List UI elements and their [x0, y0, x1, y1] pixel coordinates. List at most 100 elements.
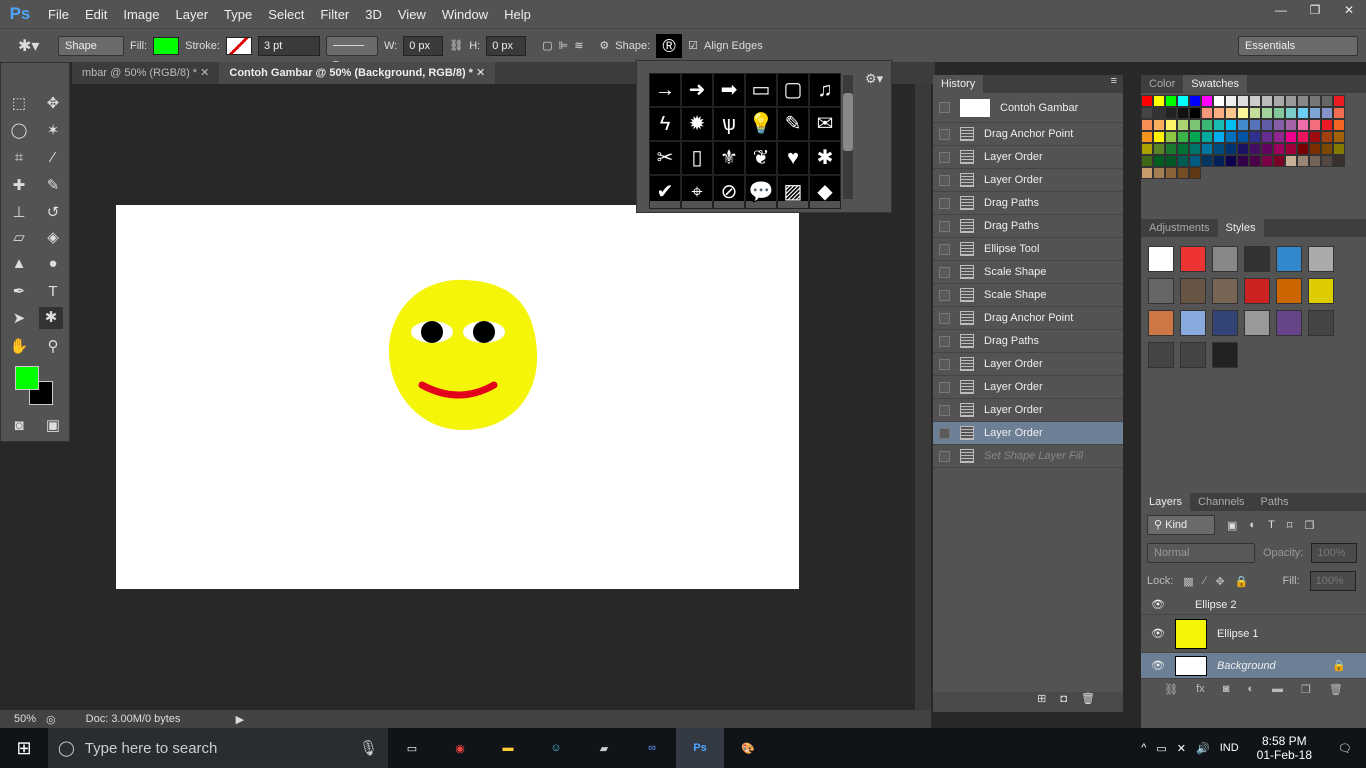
swatch[interactable] [1213, 143, 1225, 155]
tab-history[interactable]: History [933, 75, 984, 93]
swatch[interactable] [1189, 167, 1201, 179]
blur-tool-icon[interactable]: ▲ [7, 253, 31, 275]
filter-smart-icon[interactable]: ❐ [1304, 519, 1314, 532]
shape-option[interactable]: ▯ [681, 141, 713, 175]
filter-pixel-icon[interactable]: ▣ [1227, 519, 1237, 532]
app-icon[interactable]: ▰ [580, 742, 628, 755]
swatch[interactable] [1249, 107, 1261, 119]
swatch[interactable] [1213, 95, 1225, 107]
eyedropper-icon[interactable]: ⁄ [41, 147, 65, 169]
history-item[interactable]: Scale Shape [933, 261, 1123, 284]
style-preset[interactable] [1244, 246, 1270, 272]
path-alignment-icon[interactable]: ⊫ [559, 39, 569, 52]
shape-option[interactable]: ✎ [777, 107, 809, 141]
menu-type[interactable]: Type [216, 7, 260, 22]
style-preset[interactable] [1212, 246, 1238, 272]
swatch[interactable] [1261, 107, 1273, 119]
tool-mode-select[interactable]: Shape [58, 35, 124, 56]
shape-option[interactable]: ♫ [809, 73, 841, 107]
swatch[interactable] [1261, 155, 1273, 167]
swatch[interactable] [1177, 143, 1189, 155]
tab-layers[interactable]: Layers [1141, 493, 1191, 511]
swatch[interactable] [1225, 155, 1237, 167]
swatch[interactable] [1285, 143, 1297, 155]
swatch[interactable] [1237, 155, 1249, 167]
shape-option[interactable]: ➜ [681, 73, 713, 107]
checkbox[interactable] [939, 427, 950, 439]
menu-view[interactable]: View [390, 7, 434, 22]
swatch[interactable] [1321, 95, 1333, 107]
swatch[interactable] [1165, 131, 1177, 143]
style-preset[interactable] [1276, 310, 1302, 336]
move-tool-icon[interactable]: ✥ [41, 93, 65, 115]
fill-swatch[interactable] [153, 36, 180, 55]
swatch[interactable] [1261, 131, 1273, 143]
swatch[interactable] [1249, 119, 1261, 131]
history-item[interactable]: Layer Order [933, 376, 1123, 399]
camera-icon[interactable]: ◘ [1060, 693, 1081, 705]
shape-option[interactable]: ♥ [777, 141, 809, 175]
checkbox[interactable] [939, 312, 950, 324]
swatch[interactable] [1177, 167, 1189, 179]
link-icon[interactable]: ⛓ [449, 39, 463, 52]
app-icon[interactable]: ☺ [532, 742, 580, 754]
swatch[interactable] [1213, 155, 1225, 167]
swatch[interactable] [1153, 119, 1165, 131]
clock[interactable]: 8:58 PM 01-Feb-18 [1257, 734, 1312, 762]
tab-color[interactable]: Color [1141, 75, 1183, 93]
swatch[interactable] [1165, 155, 1177, 167]
document-canvas[interactable] [116, 205, 799, 589]
checkbox[interactable] [939, 289, 950, 301]
swatch[interactable] [1189, 155, 1201, 167]
checkbox[interactable] [939, 220, 950, 232]
chevron-up-icon[interactable]: ^ [1141, 742, 1146, 754]
tab-document-2[interactable]: Contoh Gambar @ 50% (Background, RGB/8) … [219, 62, 496, 84]
checkbox[interactable] [939, 102, 950, 113]
swatch[interactable] [1273, 95, 1285, 107]
app-icon[interactable]: ∞ [628, 742, 676, 754]
style-preset[interactable] [1180, 342, 1206, 368]
shape-option[interactable]: ✹ [681, 107, 713, 141]
history-item[interactable]: Set Shape Layer Fill [933, 445, 1123, 468]
style-preset[interactable] [1148, 246, 1174, 272]
language-indicator[interactable]: IND [1220, 742, 1239, 754]
style-preset[interactable] [1212, 278, 1238, 304]
width-input[interactable]: 0 px [403, 35, 444, 56]
layer-row-ellipse-2[interactable]: 👁 Ellipse 2 [1141, 595, 1366, 615]
menu-3d[interactable]: 3D [357, 7, 390, 22]
workspace-select[interactable]: Essentials [1238, 35, 1358, 56]
swatch[interactable] [1321, 155, 1333, 167]
new-document-icon[interactable]: ⊞ [1037, 693, 1060, 705]
swatch[interactable] [1201, 119, 1213, 131]
lock-transparent-icon[interactable]: ▩ [1183, 575, 1193, 588]
path-selection-icon[interactable]: ➤ [7, 308, 31, 330]
quick-mask-icon[interactable]: ◙ [7, 415, 31, 437]
swatch[interactable] [1165, 95, 1177, 107]
swatch[interactable] [1189, 143, 1201, 155]
history-item[interactable]: Drag Anchor Point [933, 123, 1123, 146]
swatch[interactable] [1261, 119, 1273, 131]
tab-swatches[interactable]: Swatches [1183, 75, 1247, 93]
checkbox[interactable] [939, 358, 950, 370]
shape-option[interactable]: ▨ [777, 175, 809, 209]
swatch[interactable] [1201, 131, 1213, 143]
swatch[interactable] [1309, 155, 1321, 167]
history-item[interactable]: Layer Order [933, 146, 1123, 169]
swatch[interactable] [1225, 95, 1237, 107]
shape-option[interactable]: ⌖ [681, 175, 713, 209]
close-button[interactable]: ✕ [1332, 0, 1366, 20]
shape-option[interactable]: ✱ [809, 141, 841, 175]
swatch[interactable] [1213, 131, 1225, 143]
history-brush-icon[interactable]: ↺ [41, 202, 65, 224]
swatch[interactable] [1297, 143, 1309, 155]
swatch[interactable] [1201, 107, 1213, 119]
swatch[interactable] [1249, 95, 1261, 107]
swatch[interactable] [1333, 119, 1345, 131]
menu-layer[interactable]: Layer [168, 7, 217, 22]
fill-input[interactable]: 100% [1309, 571, 1356, 591]
minimize-button[interactable]: — [1264, 0, 1298, 20]
history-item[interactable]: Drag Paths [933, 215, 1123, 238]
tab-paths[interactable]: Paths [1253, 493, 1297, 511]
swatch[interactable] [1189, 119, 1201, 131]
lock-pixels-icon[interactable]: ⁄ [1204, 575, 1206, 587]
